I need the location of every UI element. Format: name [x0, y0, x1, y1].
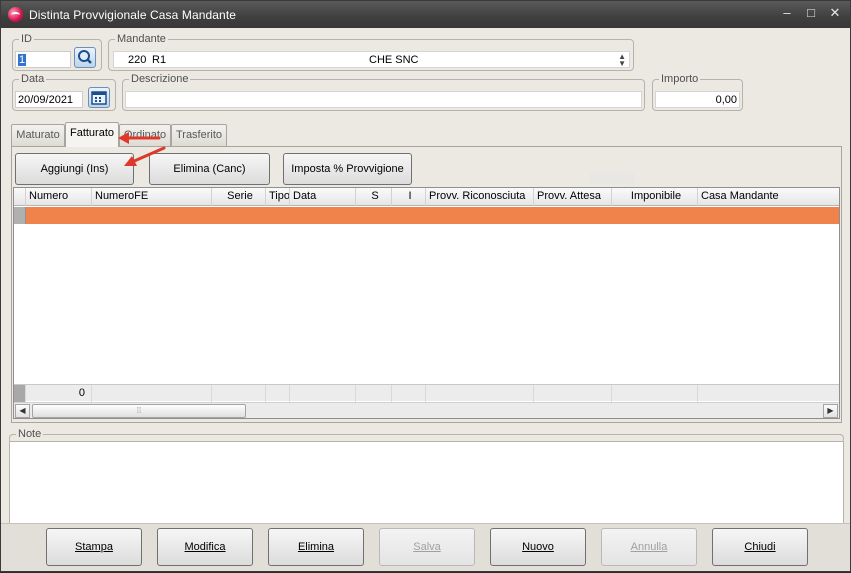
mandante-label: Mandante [115, 32, 168, 46]
footer-cell [534, 385, 612, 402]
grid-header: Numero NumeroFE Serie Tipo Data S I Prov… [14, 188, 839, 206]
mandante-select[interactable]: 220 R1 CHE SNC ▲ ▼ [113, 51, 630, 68]
tab-trasferito[interactable]: Trasferito [171, 124, 227, 146]
salva-button[interactable]: Salva [379, 528, 475, 566]
id-label: ID [19, 32, 34, 46]
col-provv-attesa[interactable]: Provv. Attesa [534, 188, 612, 206]
col-tipo[interactable]: Tipo [266, 188, 290, 206]
title-bar[interactable]: Distinta Provvigionale Casa Mandante – □… [1, 1, 850, 28]
tab-fatturato[interactable]: Fatturato [65, 122, 119, 147]
footer-count-value: 0 [78, 387, 85, 399]
main-window: Distinta Provvigionale Casa Mandante – □… [0, 0, 851, 572]
window-title: Distinta Provvigionale Casa Mandante [29, 7, 237, 22]
delete-row-button[interactable]: Elimina (Canc) [149, 153, 270, 185]
col-s[interactable]: S [356, 188, 392, 206]
importo-input[interactable]: 0,00 [655, 91, 740, 108]
footer-cell [212, 385, 266, 402]
stampa-label: Stampa [75, 541, 113, 553]
table-row-selected[interactable] [26, 207, 839, 224]
id-input[interactable]: 1 [15, 51, 71, 68]
nuovo-button[interactable]: Nuovo [490, 528, 586, 566]
calendar-icon [91, 91, 107, 105]
footer-cell [426, 385, 534, 402]
footer-cell [266, 385, 290, 402]
footer-cell [612, 385, 698, 402]
tab-ordinato[interactable]: Ordinato [119, 124, 171, 146]
grid-corner [14, 188, 26, 206]
footer-indicator [14, 385, 26, 402]
close-icon[interactable]: ✕ [828, 6, 842, 20]
footer-count: 0 [26, 385, 92, 402]
annulla-button[interactable]: Annulla [601, 528, 697, 566]
scroll-left-icon[interactable]: ◀ [15, 404, 30, 418]
chiudi-button[interactable]: Chiudi [712, 528, 808, 566]
col-numero[interactable]: Numero [26, 188, 92, 206]
bottom-toolbar: Stampa Modifica Elimina Salva Nuovo Annu… [1, 523, 850, 571]
elimina-button[interactable]: Elimina [268, 528, 364, 566]
descrizione-input[interactable] [125, 91, 642, 108]
search-button[interactable] [74, 47, 96, 68]
window-controls: – □ ✕ [780, 6, 842, 20]
scroll-thumb[interactable]: ⁞⁞ [32, 404, 246, 418]
importo-value: 0,00 [715, 94, 737, 106]
grid-footer: 0 [14, 384, 839, 402]
mandante-name-left: R1 [152, 54, 167, 66]
date-value: 20/09/2021 [18, 94, 74, 106]
small-disabled-button [589, 173, 635, 184]
nuovo-label: Nuovo [522, 541, 554, 553]
modifica-label: Modifica [184, 541, 226, 553]
spinner-icon[interactable]: ▲ ▼ [618, 53, 626, 68]
salva-label: Salva [413, 541, 441, 553]
mandante-name-right: CHE SNC [369, 54, 419, 66]
col-i[interactable]: I [392, 188, 426, 206]
footer-cell [92, 385, 212, 402]
annulla-label: Annulla [630, 541, 668, 553]
app-logo-icon [8, 7, 23, 22]
col-data[interactable]: Data [290, 188, 356, 206]
descrizione-label: Descrizione [129, 72, 191, 86]
importo-label: Importo [659, 72, 701, 86]
horizontal-scrollbar[interactable]: ◀ ⁞⁞ ▶ [14, 402, 839, 418]
set-percent-button[interactable]: Imposta % Provvigione [283, 153, 412, 185]
col-imponibile[interactable]: Imponibile [612, 188, 698, 206]
note-textarea[interactable] [9, 441, 844, 525]
footer-cell [356, 385, 392, 402]
col-numerofe[interactable]: NumeroFE [92, 188, 212, 206]
footer-cell [290, 385, 356, 402]
footer-cell [392, 385, 426, 402]
note-label: Note [16, 427, 44, 441]
minimize-icon[interactable]: – [780, 6, 794, 20]
col-provv-riconosciuta[interactable]: Provv. Riconosciuta [426, 188, 534, 206]
col-serie[interactable]: Serie [212, 188, 266, 206]
stampa-button[interactable]: Stampa [46, 528, 142, 566]
chiudi-label: Chiudi [744, 541, 776, 553]
tab-maturato[interactable]: Maturato [11, 124, 65, 146]
modifica-button[interactable]: Modifica [157, 528, 253, 566]
scroll-right-icon[interactable]: ▶ [823, 404, 838, 418]
add-button[interactable]: Aggiungi (Ins) [15, 153, 134, 185]
row-selector[interactable] [14, 207, 26, 224]
id-value: 1 [18, 54, 27, 66]
maximize-icon[interactable]: □ [804, 6, 818, 20]
invoice-grid[interactable]: Numero NumeroFE Serie Tipo Data S I Prov… [13, 187, 840, 419]
calendar-button[interactable] [88, 87, 110, 108]
data-label: Data [19, 72, 47, 86]
elimina-label: Elimina [297, 541, 335, 553]
search-icon [78, 50, 92, 64]
col-casa-mandante[interactable]: Casa Mandante [698, 188, 839, 206]
date-input[interactable]: 20/09/2021 [15, 91, 83, 108]
mandante-code: 220 [128, 54, 147, 66]
